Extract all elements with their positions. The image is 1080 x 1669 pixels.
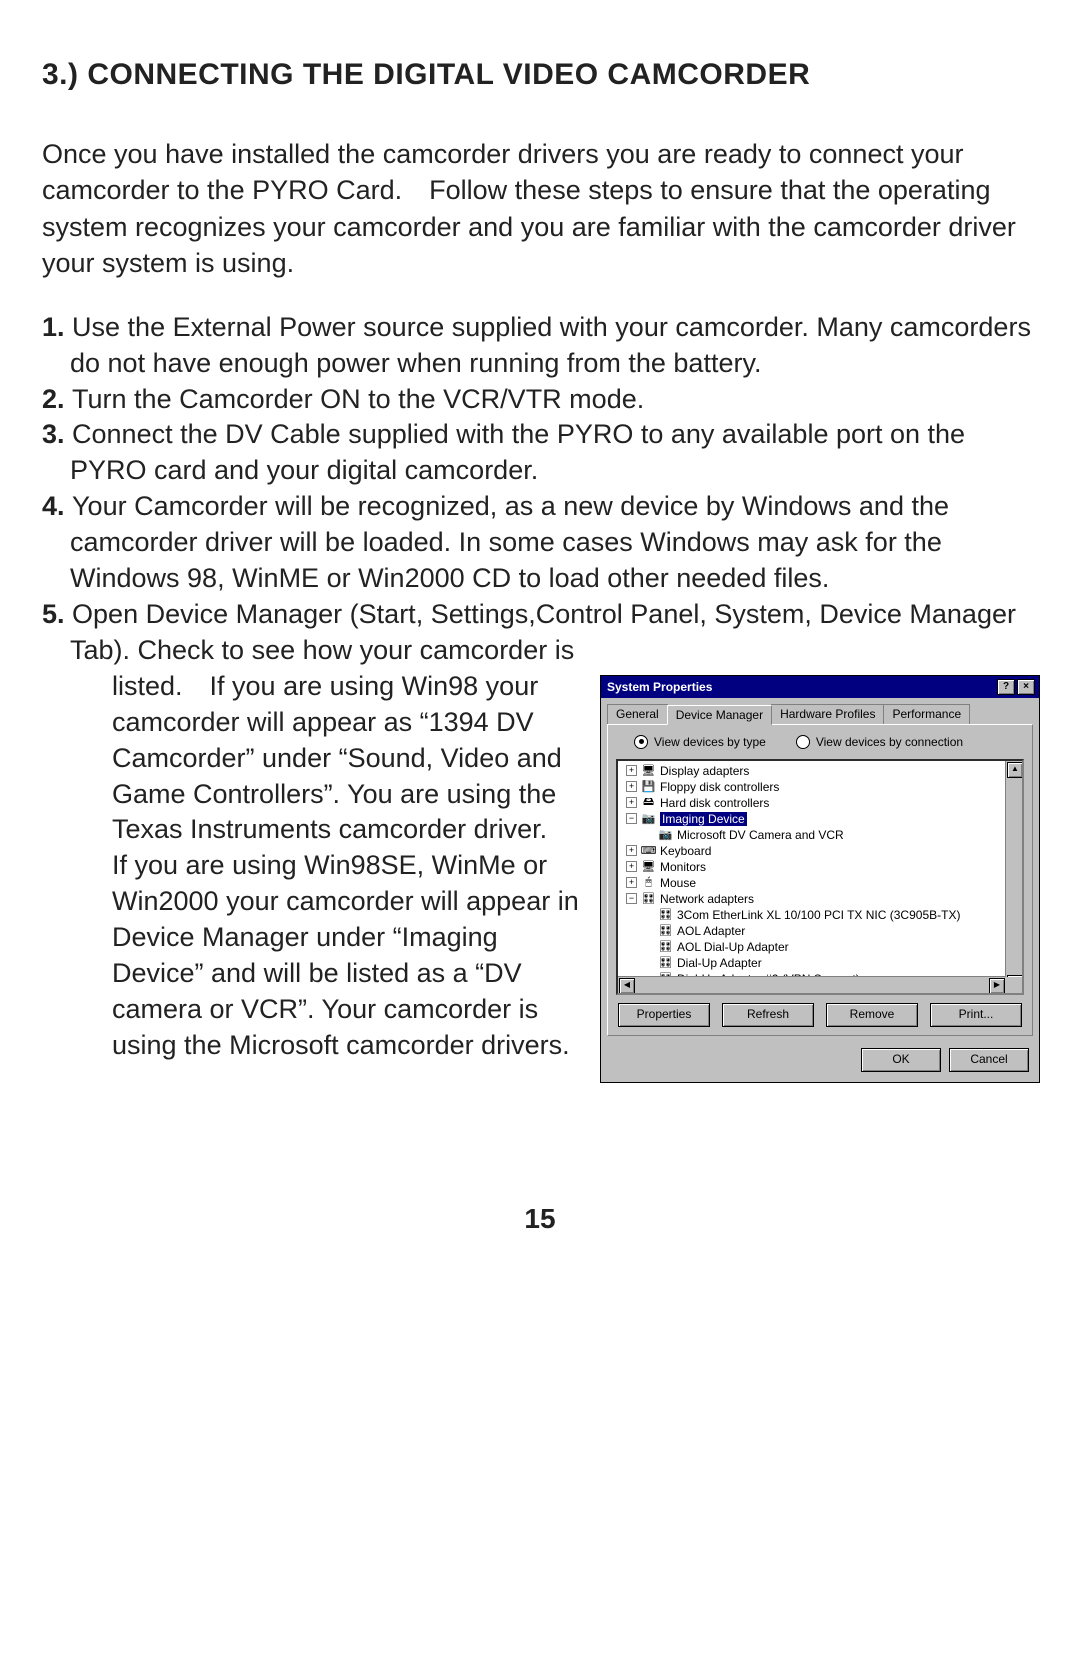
keyboard-icon: ⌨ <box>641 844 656 857</box>
tree-item[interactable]: Monitors <box>660 860 706 874</box>
tree-item[interactable]: Network adapters <box>660 892 754 906</box>
step-5-text-a: Open Device Manager (Start, Settings,Con… <box>70 599 1016 665</box>
tree-item[interactable]: AOL Adapter <box>677 924 745 938</box>
system-properties-dialog: System Properties ? × General Device Man… <box>600 675 1038 1083</box>
expand-icon[interactable]: + <box>626 845 637 856</box>
monitor-icon: 🖥 <box>641 860 656 873</box>
nic-icon: 🎛 <box>658 956 673 969</box>
radio-dot-icon <box>634 735 648 749</box>
section-heading: 3.) CONNECTING THE DIGITAL VIDEO CAMCORD… <box>42 58 1038 92</box>
tree-item[interactable]: Display adapters <box>660 764 749 778</box>
nic-icon: 🎛 <box>658 908 673 921</box>
tab-device-manager[interactable]: Device Manager <box>667 705 772 725</box>
step-3: 3. Connect the DV Cable supplied with th… <box>42 417 1038 489</box>
tab-hardware-profiles[interactable]: Hardware Profiles <box>771 704 884 724</box>
nic-icon: 🎛 <box>658 924 673 937</box>
display-adapter-icon: 🖥 <box>641 764 656 777</box>
imaging-icon: 📷 <box>641 812 656 825</box>
page-number: 15 <box>42 1203 1038 1235</box>
scroll-right-icon[interactable]: ▶ <box>989 978 1005 994</box>
horizontal-scrollbar[interactable]: ◀ ▶ <box>618 976 1006 993</box>
hdd-icon: 🖴 <box>641 796 656 809</box>
step-1-text: Use the External Power source supplied w… <box>70 312 1031 378</box>
collapse-icon[interactable]: − <box>626 893 637 904</box>
remove-button[interactable]: Remove <box>826 1003 918 1027</box>
tree-item[interactable]: Floppy disk controllers <box>660 780 779 794</box>
collapse-icon[interactable]: − <box>626 813 637 824</box>
step-2: 2. Turn the Camcorder ON to the VCR/VTR … <box>42 382 1038 418</box>
expand-icon[interactable]: + <box>626 861 637 872</box>
tree-item[interactable]: Mouse <box>660 876 696 890</box>
tree-item[interactable]: Dial-Up Adapter <box>677 956 762 970</box>
camera-icon: 📷 <box>658 828 673 841</box>
tree-item[interactable]: AOL Dial-Up Adapter <box>677 940 789 954</box>
properties-button[interactable]: Properties <box>618 1003 710 1027</box>
refresh-button[interactable]: Refresh <box>722 1003 814 1027</box>
print-button[interactable]: Print... <box>930 1003 1022 1027</box>
expand-icon[interactable]: + <box>626 877 637 888</box>
expand-icon[interactable]: + <box>626 765 637 776</box>
tree-item[interactable]: Keyboard <box>660 844 711 858</box>
step-5: 5. Open Device Manager (Start, Settings,… <box>42 597 1038 669</box>
device-tree[interactable]: + 🖥 Display adapters + 💾 Floppy disk control… <box>616 759 1024 995</box>
radio-view-by-connection[interactable]: View devices by connection <box>796 735 963 749</box>
step-2-text: Turn the Camcorder ON to the VCR/VTR mod… <box>72 384 644 414</box>
expand-icon[interactable]: + <box>626 797 637 808</box>
cancel-button[interactable]: Cancel <box>949 1048 1029 1072</box>
help-icon[interactable]: ? <box>997 679 1015 695</box>
scroll-left-icon[interactable]: ◀ <box>619 978 635 994</box>
tab-performance[interactable]: Performance <box>883 704 970 724</box>
scroll-up-icon[interactable]: ▲ <box>1007 762 1023 778</box>
network-icon: 🎛 <box>641 892 656 905</box>
radio-dot-icon <box>796 735 810 749</box>
ok-button[interactable]: OK <box>861 1048 941 1072</box>
intro-paragraph: Once you have installed the camcorder dr… <box>42 136 1038 282</box>
floppy-icon: 💾 <box>641 780 656 793</box>
scroll-corner <box>1006 977 1022 993</box>
tab-general[interactable]: General <box>607 704 668 724</box>
step-3-text: Connect the DV Cable supplied with the P… <box>70 419 965 485</box>
step-1: 1. Use the External Power source supplie… <box>42 310 1038 382</box>
close-icon[interactable]: × <box>1017 679 1035 695</box>
dialog-title: System Properties <box>607 680 712 694</box>
radio-by-conn-label: View devices by connection <box>816 735 963 749</box>
tree-item-selected[interactable]: Imaging Device <box>660 812 747 826</box>
tree-item[interactable]: 3Com EtherLink XL 10/100 PCI TX NIC (3C9… <box>677 908 960 922</box>
radio-view-by-type[interactable]: View devices by type <box>634 735 766 749</box>
radio-by-type-label: View devices by type <box>654 735 766 749</box>
step-4-text: Your Camcorder will be recognized, as a … <box>70 491 949 593</box>
step-4: 4. Your Camcorder will be recognized, as… <box>42 489 1038 597</box>
vertical-scrollbar[interactable]: ▲ ▼ <box>1005 761 1022 993</box>
tree-item[interactable]: Microsoft DV Camera and VCR <box>677 828 844 842</box>
tree-item[interactable]: Hard disk controllers <box>660 796 769 810</box>
nic-icon: 🎛 <box>658 940 673 953</box>
mouse-icon: 🖱 <box>641 876 656 889</box>
expand-icon[interactable]: + <box>626 781 637 792</box>
dialog-titlebar[interactable]: System Properties ? × <box>601 676 1039 698</box>
